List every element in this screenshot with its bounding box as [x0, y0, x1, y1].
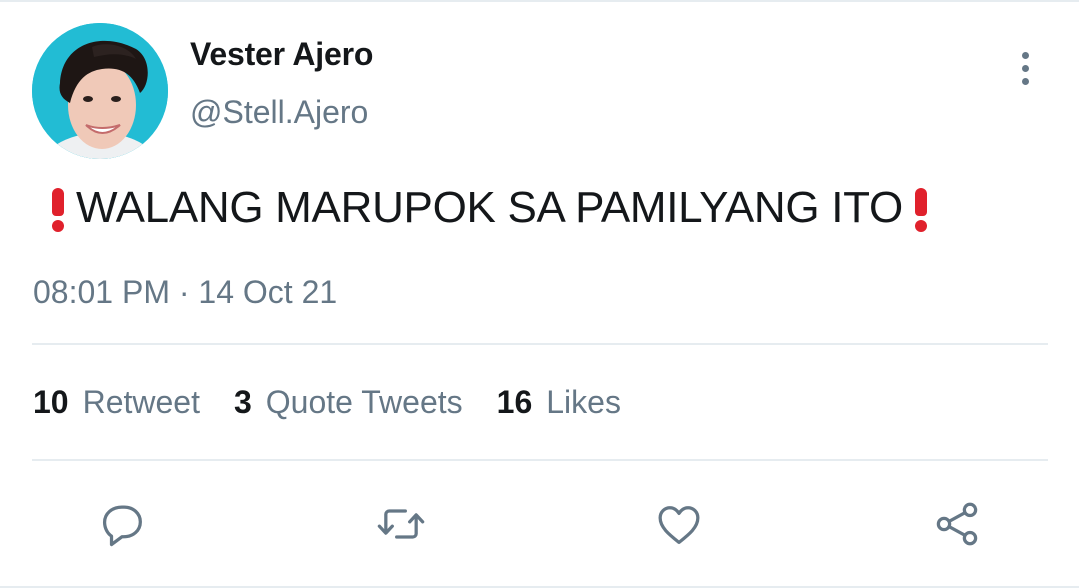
quote-tweets-label: Quote Tweets	[265, 384, 463, 420]
likes-label: Likes	[546, 384, 621, 420]
quote-tweets-count: 3	[233, 384, 252, 420]
share-icon	[936, 502, 978, 546]
heart-icon	[658, 506, 700, 545]
likes-stat[interactable]: 16 Likes	[497, 384, 621, 421]
avatar[interactable]	[32, 23, 168, 159]
retweet-icon	[377, 509, 425, 539]
reply-icon	[102, 505, 142, 547]
divider	[32, 343, 1048, 345]
quote-tweets-stat[interactable]: 3 Quote Tweets	[234, 384, 463, 421]
tweet-text-content: WALANG MARUPOK SA PAMILYANG ITO	[76, 183, 903, 232]
tweet-card: Vester Ajero @Stell.Ajero WALANG MARUPOK…	[0, 0, 1079, 588]
avatar-image	[32, 23, 168, 159]
more-vertical-icon-dot	[1021, 64, 1029, 72]
retweets-count: 10	[33, 384, 69, 420]
user-handle[interactable]: @Stell.Ajero	[190, 94, 368, 131]
retweets-label: Retweet	[82, 384, 200, 420]
share-button[interactable]	[927, 494, 987, 554]
retweets-stat[interactable]: 10 Retweet	[33, 384, 200, 421]
tweet-actions-bar	[0, 494, 1079, 554]
reply-button[interactable]	[93, 494, 153, 554]
more-options-button[interactable]	[1005, 46, 1045, 90]
more-vertical-icon	[1021, 51, 1029, 59]
tweet-timestamp[interactable]: 08:01 PM · 14 Oct 21	[33, 274, 337, 311]
exclamation-mark-emoji	[909, 182, 933, 234]
retweet-button[interactable]	[371, 494, 431, 554]
tweet-stats: 10 Retweet 3 Quote Tweets 16 Likes	[33, 384, 621, 421]
divider	[32, 459, 1048, 461]
more-vertical-icon-dot	[1021, 77, 1029, 85]
likes-count: 16	[496, 384, 533, 420]
display-name[interactable]: Vester Ajero	[190, 36, 373, 73]
exclamation-mark-emoji	[46, 182, 70, 234]
tweet-text: WALANG MARUPOK SA PAMILYANG ITO	[36, 182, 933, 234]
like-button[interactable]	[649, 494, 709, 554]
